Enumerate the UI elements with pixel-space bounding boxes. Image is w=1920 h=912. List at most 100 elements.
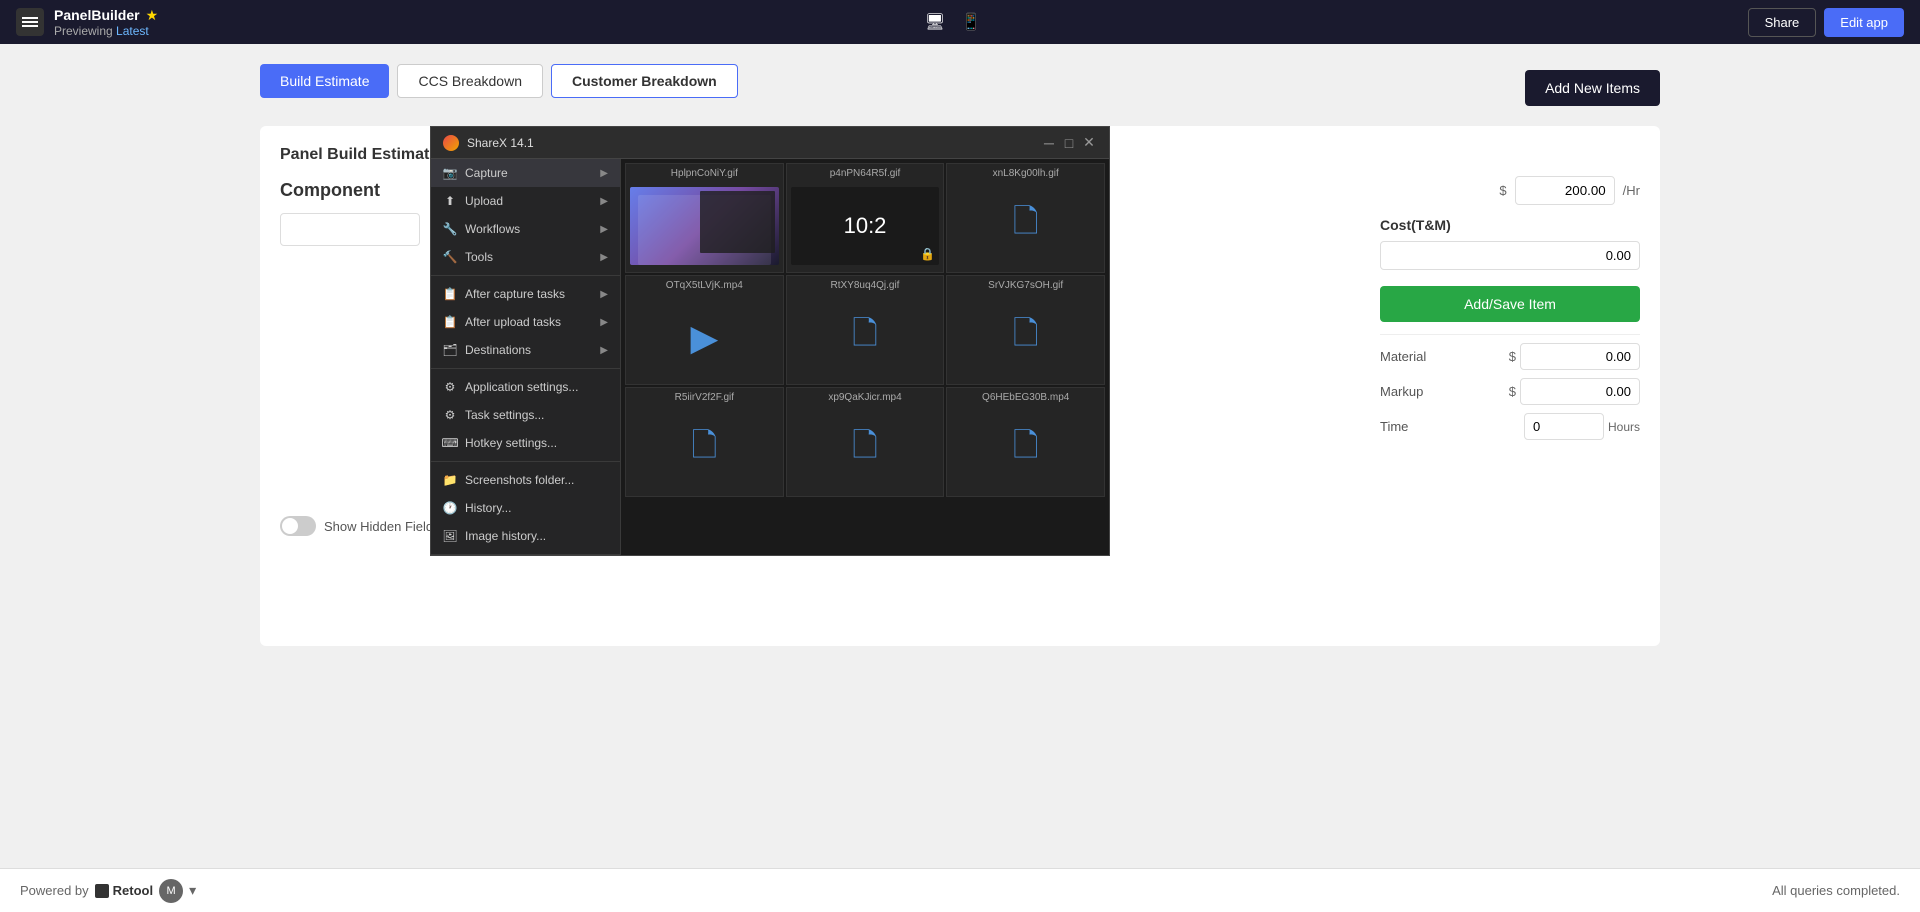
material-input[interactable]	[1520, 343, 1640, 370]
file-cell-1[interactable]: HplpnCoNiY.gif	[625, 163, 784, 273]
build-estimate-button[interactable]: Build Estimate	[260, 64, 389, 98]
destinations-icon: 🗂	[443, 343, 457, 357]
file-cell-8[interactable]: xp9QaKJicr.mp4 🗋	[786, 387, 945, 497]
markup-dollar: $	[1509, 384, 1516, 399]
add-save-item-button[interactable]: Add/Save Item	[1380, 286, 1640, 322]
rate-dollar-sign: $	[1499, 183, 1506, 198]
file-cell-7[interactable]: R5iirV2f2F.gif 🗋	[625, 387, 784, 497]
menu-history[interactable]: 🕐 History...	[431, 494, 620, 522]
powered-by: Powered by Retool M ▾	[20, 879, 196, 903]
ccs-breakdown-button[interactable]: CCS Breakdown	[397, 64, 543, 98]
markup-input[interactable]	[1520, 378, 1640, 405]
menu-after-capture[interactable]: 📋 After capture tasks ▶	[431, 280, 620, 308]
upload-icon: ⬆	[443, 194, 457, 208]
desktop-btn[interactable]: 🖥	[921, 8, 949, 36]
file-icon-9: 🗋	[1013, 423, 1039, 477]
menu-tools[interactable]: 🔨 Tools ▶	[431, 243, 620, 271]
customer-breakdown-button[interactable]: Customer Breakdown	[551, 64, 738, 98]
grid-row-2: OTqX5tLVjK.mp4 ▶ RtXY8uq4Qj.gif 🗋	[625, 275, 1105, 385]
material-dollar: $	[1509, 349, 1516, 364]
file-icon-6: 🗋	[1013, 311, 1039, 365]
latest-link[interactable]: Latest	[116, 24, 149, 38]
app-name: PanelBuilder	[54, 7, 140, 23]
app-name-group: PanelBuilder ★ Previewing Latest	[54, 7, 158, 38]
maximize-button[interactable]: □	[1061, 135, 1077, 151]
share-button[interactable]: Share	[1748, 8, 1817, 37]
task-settings-icon: ⚙	[443, 408, 457, 422]
file-cell-4[interactable]: OTqX5tLVjK.mp4 ▶	[625, 275, 784, 385]
time-row: Time Hours	[1380, 413, 1640, 440]
file-name-1: HplpnCoNiY.gif	[630, 168, 779, 179]
menu-image-history[interactable]: 🖼 Image history...	[431, 522, 620, 550]
bottom-bar: Powered by Retool M ▾ All queries comple…	[0, 868, 1920, 912]
workflows-icon: 🔧	[443, 222, 457, 236]
grid-row-3: R5iirV2f2F.gif 🗋 xp9QaKJicr.mp4 🗋	[625, 387, 1105, 497]
chevron-down-icon: ▾	[189, 882, 196, 899]
mobile-btn[interactable]: 📱	[957, 8, 985, 36]
file-name-9: Q6HEbEG30B.mp4	[951, 392, 1100, 403]
file-name-6: SrVJKG7sOH.gif	[951, 280, 1100, 291]
app-settings-icon: ⚙	[443, 380, 457, 394]
file-cell-3[interactable]: xnL8Kg00lh.gif 🗋	[946, 163, 1105, 273]
time-label: Time	[1380, 419, 1408, 434]
rate-unit: /Hr	[1623, 183, 1640, 198]
retool-label: Retool	[113, 883, 153, 898]
capture-icon: 📷	[443, 166, 457, 180]
edit-app-button[interactable]: Edit app	[1824, 8, 1904, 37]
sharex-titlebar: ShareX 14.1 ─ □ ✕	[431, 127, 1109, 159]
file-name-8: xp9QaKJicr.mp4	[791, 392, 940, 403]
hours-label: Hours	[1608, 420, 1640, 434]
file-icon-8: 🗋	[852, 423, 878, 477]
cost-section: $ /Hr Cost(T&M) Add/Save Item Material $…	[1380, 176, 1640, 448]
sharex-window: ShareX 14.1 ─ □ ✕ 📷 Capture ▶	[430, 126, 1110, 556]
sharex-menu: 📷 Capture ▶ ⬆ Upload ▶	[431, 159, 621, 555]
sharex-icon	[443, 135, 459, 151]
toggle-label: Show Hidden Fields	[324, 519, 440, 534]
file-cell-9[interactable]: Q6HEbEG30B.mp4 🗋	[946, 387, 1105, 497]
rate-input[interactable]	[1515, 176, 1615, 205]
time-input[interactable]	[1524, 413, 1604, 440]
component-search-input[interactable]	[280, 213, 420, 246]
material-label: Material	[1380, 349, 1426, 364]
sharex-body: 📷 Capture ▶ ⬆ Upload ▶	[431, 159, 1109, 555]
video-icon-4: ▶	[690, 317, 718, 359]
after-upload-icon: 📋	[443, 315, 457, 329]
menu-hotkey-settings[interactable]: ⌨ Hotkey settings...	[431, 429, 620, 457]
menu-upload[interactable]: ⬆ Upload ▶	[431, 187, 620, 215]
file-cell-2[interactable]: p4nPN64R5f.gif 10:2 🔒	[786, 163, 945, 273]
menu-capture[interactable]: 📷 Capture ▶	[431, 159, 620, 187]
file-cell-5[interactable]: RtXY8uq4Qj.gif 🗋	[786, 275, 945, 385]
history-icon: 🕐	[443, 501, 457, 515]
preview-subtitle: Previewing Latest	[54, 24, 158, 38]
file-cell-6[interactable]: SrVJKG7sOH.gif 🗋	[946, 275, 1105, 385]
file-name-3: xnL8Kg00lh.gif	[951, 168, 1100, 179]
panel-card: Panel Build Estimator Component Show Hid…	[260, 126, 1660, 646]
topbar-left: PanelBuilder ★ Previewing Latest	[16, 7, 158, 38]
menu-screenshots-folder[interactable]: 📁 Screenshots folder...	[431, 466, 620, 494]
app-logo	[16, 8, 44, 36]
menu-after-upload[interactable]: 📋 After upload tasks ▶	[431, 308, 620, 336]
menu-destinations[interactable]: 🗂 Destinations ▶	[431, 336, 620, 364]
show-hidden-toggle[interactable]	[280, 516, 316, 536]
close-button[interactable]: ✕	[1081, 135, 1097, 151]
grid-row-1: HplpnCoNiY.gif p4nPN64R5f.gif	[625, 163, 1105, 273]
minimize-button[interactable]: ─	[1041, 135, 1057, 151]
folder-icon: 📁	[443, 473, 457, 487]
device-switcher: 🖥 📱	[921, 8, 985, 36]
file-icon-7: 🗋	[691, 423, 717, 477]
menu-app-settings[interactable]: ⚙ Application settings...	[431, 373, 620, 401]
topbar: PanelBuilder ★ Previewing Latest 🖥 📱 Sha…	[0, 0, 1920, 44]
file-name-4: OTqX5tLVjK.mp4	[630, 280, 779, 291]
file-name-2: p4nPN64R5f.gif	[791, 168, 940, 179]
after-capture-icon: 📋	[443, 287, 457, 301]
image-history-icon: 🖼	[443, 529, 457, 543]
sharex-file-grid: HplpnCoNiY.gif p4nPN64R5f.gif	[621, 159, 1109, 555]
cost-tm-input[interactable]	[1380, 241, 1640, 270]
preview-screenshot-1	[630, 187, 779, 265]
menu-task-settings[interactable]: ⚙ Task settings...	[431, 401, 620, 429]
add-new-items-button[interactable]: Add New Items	[1525, 70, 1660, 106]
file-name-7: R5iirV2f2F.gif	[630, 392, 779, 403]
cost-tm-title: Cost(T&M)	[1380, 217, 1640, 233]
avatar: M	[159, 879, 183, 903]
menu-workflows[interactable]: 🔧 Workflows ▶	[431, 215, 620, 243]
